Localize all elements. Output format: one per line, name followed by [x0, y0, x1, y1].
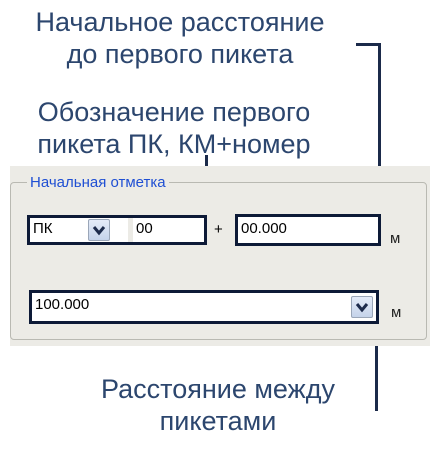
- annotation-first-picket: Обозначение первого пикета ПК, КМ+номер: [4, 96, 344, 160]
- annotation-initial-distance: Начальное расстояние до первого пикета: [10, 6, 350, 70]
- annotation-line-2: пикета ПК, КМ+номер: [37, 129, 311, 159]
- picket-spacing-highlight: [29, 290, 379, 324]
- offset-unit-label: м: [390, 230, 401, 247]
- annotation-picket-spacing: Расстояние между пикетами: [68, 373, 368, 437]
- annotation-line-1: Обозначение первого: [37, 97, 311, 127]
- annotation-line-1: Расстояние между: [101, 374, 335, 404]
- plus-sign: +: [214, 221, 223, 238]
- spacing-unit-label: м: [391, 304, 402, 321]
- group-legend: Начальная отметка: [27, 174, 169, 192]
- annotation-line-2: до первого пикета: [66, 39, 294, 69]
- initial-offset-highlight: [235, 214, 381, 246]
- annotation-line-2: пикетами: [159, 406, 277, 436]
- first-picket-highlight: [27, 215, 207, 245]
- annotation-line-1: Начальное расстояние: [35, 7, 325, 37]
